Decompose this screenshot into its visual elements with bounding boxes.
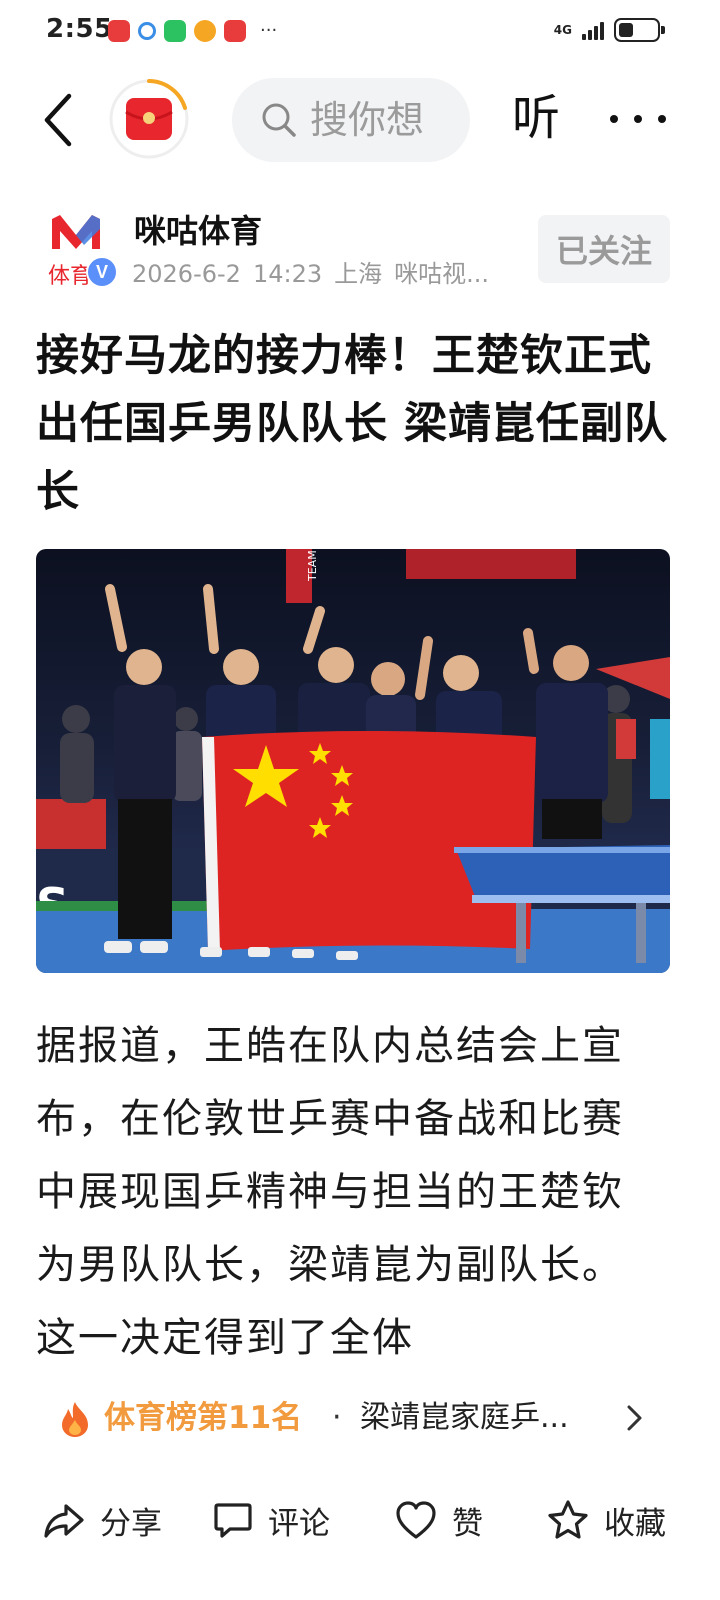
system-indicators: 4G <box>553 18 665 42</box>
trending-separator: · <box>332 1400 342 1435</box>
app-notification-icon <box>108 20 130 42</box>
top-nav-bar: 听 <box>0 64 720 174</box>
publish-date: 2026-6-2 <box>132 260 241 288</box>
more-dot-icon <box>634 115 642 123</box>
banner-text: TEAM <box>306 550 319 582</box>
network-type: 4G <box>553 23 572 37</box>
trending-bar[interactable]: 体育榜第11名 · 梁靖崑家庭乒... <box>0 1390 720 1446</box>
like-label: 赞 <box>452 1505 483 1542</box>
red-packet-icon <box>109 79 189 159</box>
search-input[interactable] <box>310 98 440 142</box>
wechat-notification-icon <box>164 20 186 42</box>
comment-icon <box>214 1503 252 1538</box>
signal-icon <box>582 20 604 40</box>
browser-notification-icon <box>138 22 156 40</box>
like-button[interactable]: 赞 <box>394 1490 483 1550</box>
search-icon <box>262 103 296 137</box>
status-bar: 2:55 ··· 4G <box>0 0 720 64</box>
author-row: 体育 V 咪咕体育 2026-6-2 14:23 上海 咪咕视... 已关注 <box>0 205 720 295</box>
china-flag <box>202 731 536 951</box>
follow-button[interactable]: 已关注 <box>538 215 670 283</box>
favorite-label: 收藏 <box>604 1505 666 1542</box>
share-label: 分享 <box>100 1505 162 1542</box>
red-packet-button[interactable] <box>108 78 190 160</box>
author-name[interactable]: 咪咕体育 <box>134 211 262 251</box>
team-celebration-image: TEAM S <box>36 549 670 973</box>
more-notifications: ··· <box>260 20 278 41</box>
app-notification-icon-2 <box>224 20 246 42</box>
fire-icon <box>62 1402 88 1437</box>
favorite-button[interactable]: 收藏 <box>546 1490 666 1550</box>
chevron-left-icon <box>44 93 72 147</box>
article-meta: 2026-6-2 14:23 上海 咪咕视... <box>132 257 489 291</box>
more-options-button[interactable] <box>610 94 666 144</box>
trending-rank: 体育榜第11名 <box>104 1400 303 1436</box>
more-dot-icon <box>658 115 666 123</box>
article-title: 接好马龙的接力棒！王楚钦正式出任国乒男队队长 梁靖崑任副队长 <box>36 331 668 517</box>
comment-button[interactable]: 评论 <box>212 1490 330 1550</box>
notification-icons: ··· <box>108 20 277 42</box>
publish-time: 14:23 <box>252 260 323 288</box>
article-body: 据报道，王皓在队内总结会上宣布，在伦敦世乒赛中备战和比赛中展现国乒精神与担当的王… <box>36 1023 624 1361</box>
weibo-notification-icon <box>194 20 216 42</box>
search-bar[interactable] <box>232 78 470 162</box>
back-button[interactable] <box>30 88 86 152</box>
star-icon <box>548 1500 588 1539</box>
battery-icon <box>614 18 665 42</box>
status-time: 2:55 <box>46 14 113 44</box>
comment-label: 评论 <box>268 1505 330 1542</box>
bottom-action-bar: 分享 评论 赞 收藏 <box>0 1480 720 1560</box>
publish-location: 上海 <box>334 260 383 288</box>
share-button[interactable]: 分享 <box>42 1490 162 1550</box>
article-source: 咪咕视... <box>394 260 489 288</box>
more-dot-icon <box>610 115 618 123</box>
article-photo[interactable]: TEAM S <box>36 549 670 973</box>
share-icon <box>44 1504 84 1538</box>
trending-topic: 梁靖崑家庭乒... <box>360 1400 569 1435</box>
heart-icon <box>396 1501 436 1539</box>
verified-badge-icon: V <box>86 256 118 288</box>
listen-button[interactable]: 听 <box>512 86 560 150</box>
chevron-right-icon <box>627 1405 642 1431</box>
